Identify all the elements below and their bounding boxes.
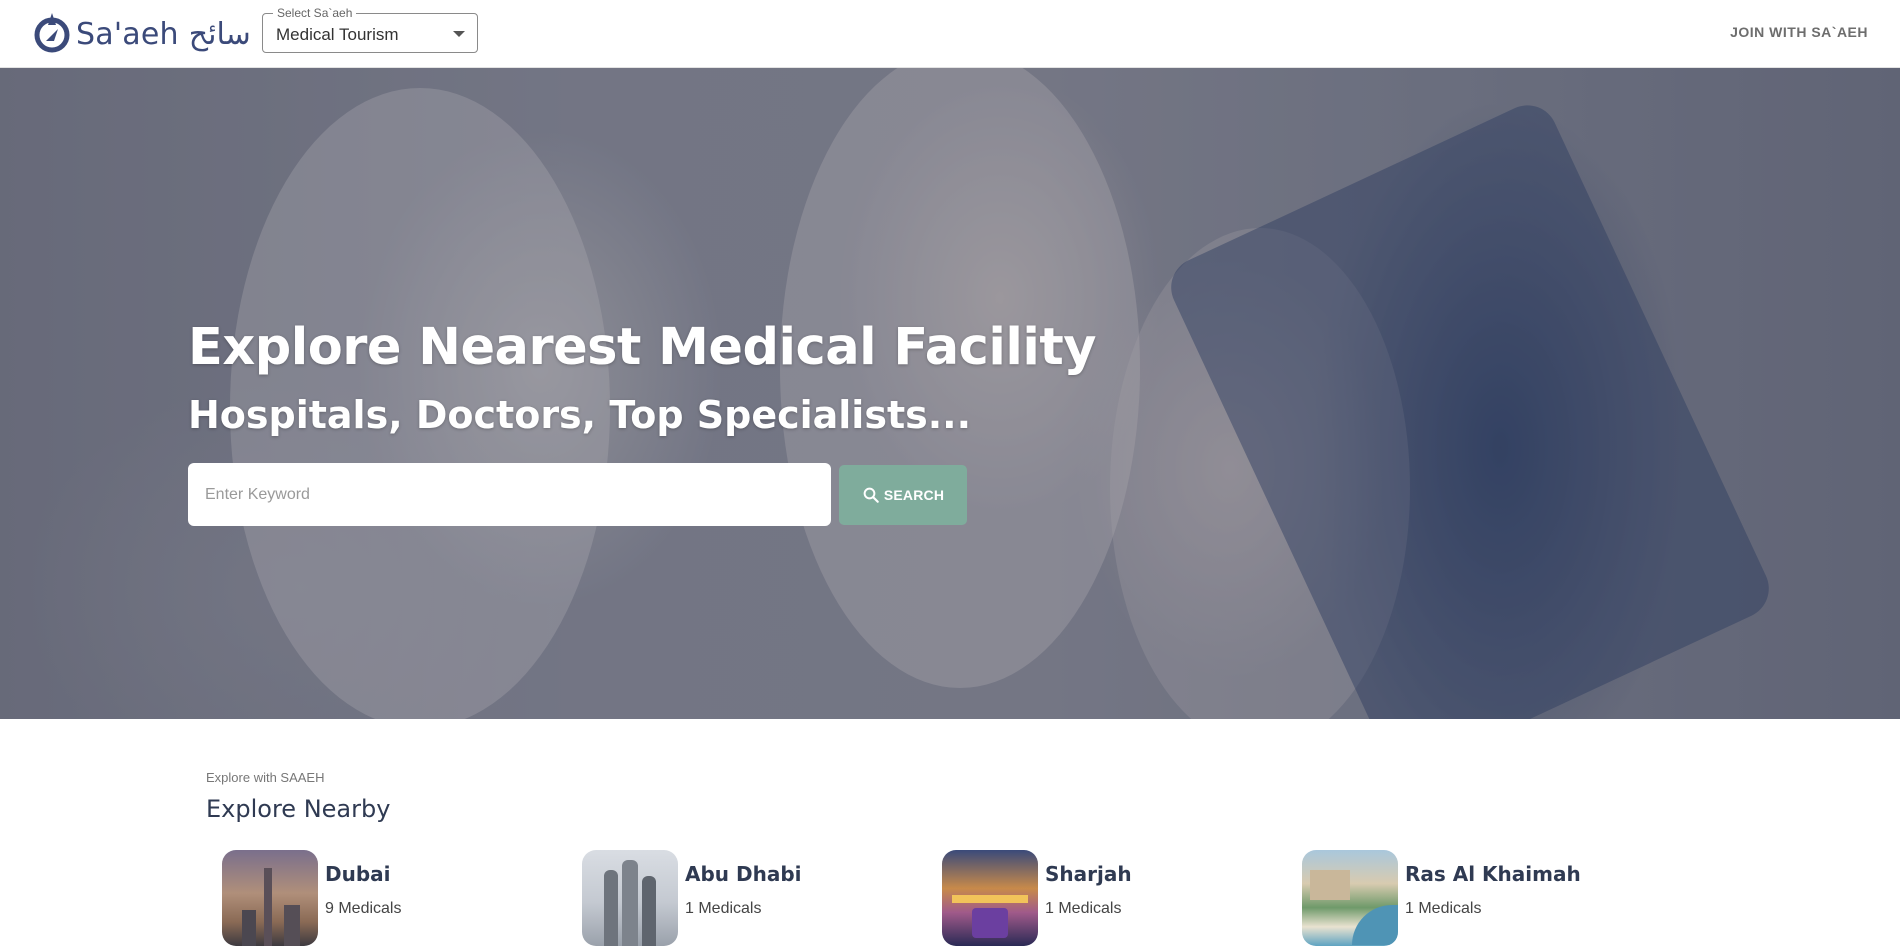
city-count: 1 Medicals	[685, 900, 762, 917]
select-value: Medical Tourism	[276, 25, 399, 44]
top-header: Sa'aeh سائح Select Sa`aeh Medical Touris…	[0, 0, 1900, 68]
city-count: 1 Medicals	[1045, 900, 1122, 917]
city-name: Abu Dhabi	[685, 862, 802, 886]
saaeh-category-select[interactable]: Select Sa`aeh Medical Tourism	[262, 6, 478, 53]
city-thumbnail	[582, 850, 678, 946]
explore-kicker: Explore with SAAEH	[206, 770, 325, 785]
explore-title: Explore Nearby	[206, 795, 391, 823]
chevron-down-icon	[453, 31, 465, 37]
city-name: Sharjah	[1045, 862, 1132, 886]
hero-subtitle: Hospitals, Doctors, Top Specialists...	[188, 393, 972, 437]
city-card-dubai[interactable]: Dubai 9 Medicals	[222, 850, 401, 946]
city-info: Abu Dhabi 1 Medicals	[685, 850, 802, 940]
hero-banner: Explore Nearest Medical Facility Hospita…	[0, 68, 1900, 719]
keyword-search-input[interactable]	[188, 463, 831, 526]
city-count: 1 Medicals	[1405, 900, 1482, 917]
city-name: Ras Al Khaimah	[1405, 862, 1581, 886]
search-button[interactable]: SEARCH	[839, 465, 967, 525]
hero-title: Explore Nearest Medical Facility	[188, 318, 1096, 377]
city-card-sharjah[interactable]: Sharjah 1 Medicals	[942, 850, 1132, 946]
search-icon	[863, 487, 879, 503]
brand-logo-icon	[34, 13, 70, 53]
select-label: Select Sa`aeh	[273, 6, 357, 20]
brand-name-arabic: سائح	[188, 16, 251, 52]
city-name: Dubai	[325, 862, 391, 886]
city-card-abu-dhabi[interactable]: Abu Dhabi 1 Medicals	[582, 850, 802, 946]
city-card-ras-al-khaimah[interactable]: Ras Al Khaimah 1 Medicals	[1302, 850, 1581, 946]
brand-logo[interactable]: Sa'aeh سائح	[32, 8, 251, 60]
join-link[interactable]: JOIN WITH SA`AEH	[1730, 24, 1868, 40]
city-thumbnail	[1302, 850, 1398, 946]
search-button-label: SEARCH	[883, 487, 945, 503]
brand-name: Sa'aeh	[76, 16, 179, 52]
city-info: Sharjah 1 Medicals	[1045, 850, 1132, 940]
city-info: Ras Al Khaimah 1 Medicals	[1405, 850, 1581, 940]
city-thumbnail	[222, 850, 318, 946]
city-count: 9 Medicals	[325, 900, 402, 917]
city-thumbnail	[942, 850, 1038, 946]
city-info: Dubai 9 Medicals	[325, 850, 401, 940]
